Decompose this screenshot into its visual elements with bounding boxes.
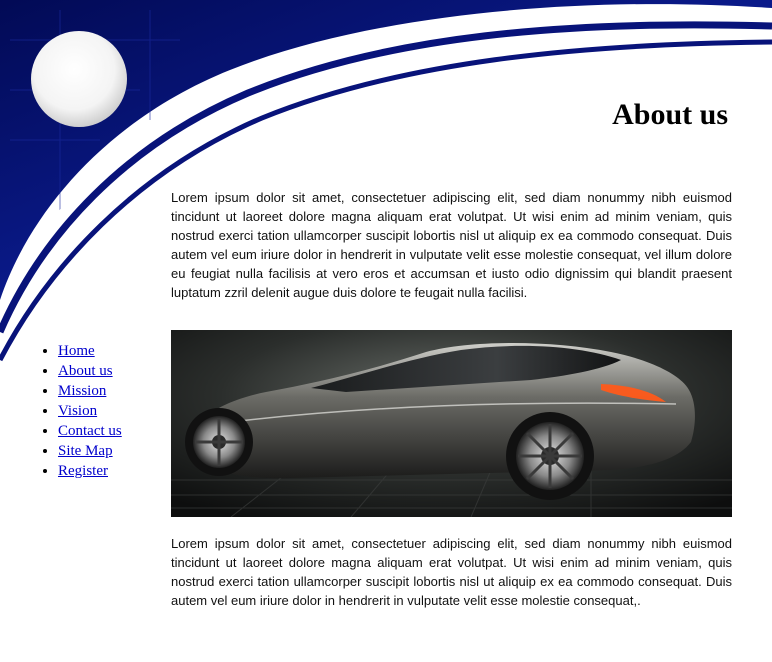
nav-item-vision: Vision [58, 401, 122, 421]
nav-item-mission: Mission [58, 381, 122, 401]
nav-item-site-map: Site Map [58, 441, 122, 461]
detail-paragraph: Lorem ipsum dolor sit amet, consectetuer… [171, 536, 732, 608]
nav-link-register[interactable]: Register [58, 463, 108, 479]
nav-item-contact-us: Contact us [58, 421, 122, 441]
globe-icon [31, 31, 127, 127]
nav-link-mission[interactable]: Mission [58, 383, 106, 399]
nav-item-register: Register [58, 461, 122, 481]
nav-menu: Home About us Mission Vision Contact us … [20, 341, 122, 481]
header-swoosh-graphic [0, 0, 772, 362]
nav-item-about-us: About us [58, 361, 122, 381]
nav-link-contact-us[interactable]: Contact us [58, 423, 122, 439]
page-title: About us [612, 98, 728, 131]
nav-link-home[interactable]: Home [58, 343, 95, 359]
nav-link-vision[interactable]: Vision [58, 403, 97, 419]
nav-link-about-us[interactable]: About us [58, 363, 113, 379]
nav-item-home: Home [58, 341, 122, 361]
car-image [171, 330, 732, 517]
intro-paragraph: Lorem ipsum dolor sit amet, consectetuer… [171, 190, 732, 300]
nav-link-site-map[interactable]: Site Map [58, 443, 113, 459]
